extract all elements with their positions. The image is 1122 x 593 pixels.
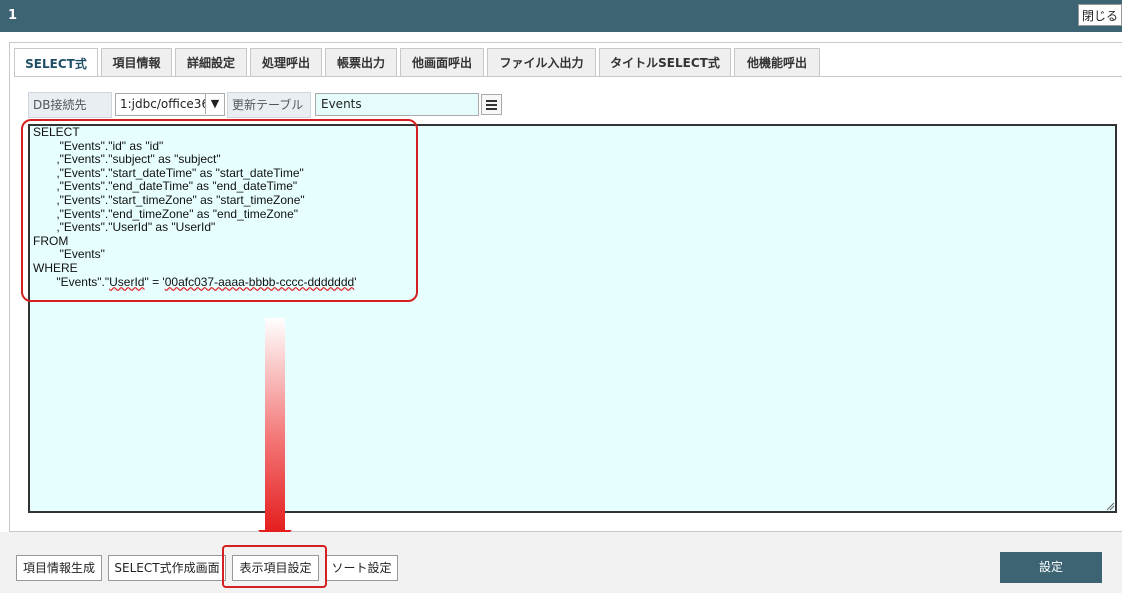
button-highlight-box [222,545,327,588]
update-table-input[interactable]: Events [315,93,479,116]
tab-process-call[interactable]: 処理呼出 [250,48,322,76]
update-table-label: 更新テーブル [227,92,311,118]
tab-bar: SELECT式 項目情報 詳細設定 処理呼出 帳票出力 他画面呼出 ファイル入出… [14,48,823,77]
tab-file-io[interactable]: ファイル入出力 [487,48,596,76]
tab-title-select-query[interactable]: タイトルSELECT式 [599,48,731,76]
generate-item-info-button[interactable]: 項目情報生成 [16,555,102,581]
window-title: 1 [8,8,18,23]
db-connection-label: DB接続先 [28,92,112,118]
tab-item-info[interactable]: 項目情報 [101,48,172,76]
annotation-arrow-shaft [265,318,285,532]
sort-settings-button[interactable]: ソート設定 [325,555,398,581]
tab-other-function-call[interactable]: 他機能呼出 [734,48,820,76]
tab-divider [14,76,1122,77]
sql-highlight-box [21,119,418,302]
tab-report-output[interactable]: 帳票出力 [325,48,397,76]
close-button[interactable]: 閉じる [1078,4,1122,26]
set-button[interactable]: 設定 [1000,552,1102,583]
tab-detail-settings[interactable]: 詳細設定 [175,48,247,76]
title-bar: 1 閉じる [0,0,1122,32]
chevron-down-icon[interactable]: ▼ [205,94,224,114]
select-builder-button[interactable]: SELECT式作成画面 [108,555,226,581]
resize-handle-icon[interactable] [1106,502,1115,511]
list-icon[interactable] [481,94,502,115]
tab-other-screen-call[interactable]: 他画面呼出 [400,48,484,76]
tab-select-query[interactable]: SELECT式 [14,48,98,77]
